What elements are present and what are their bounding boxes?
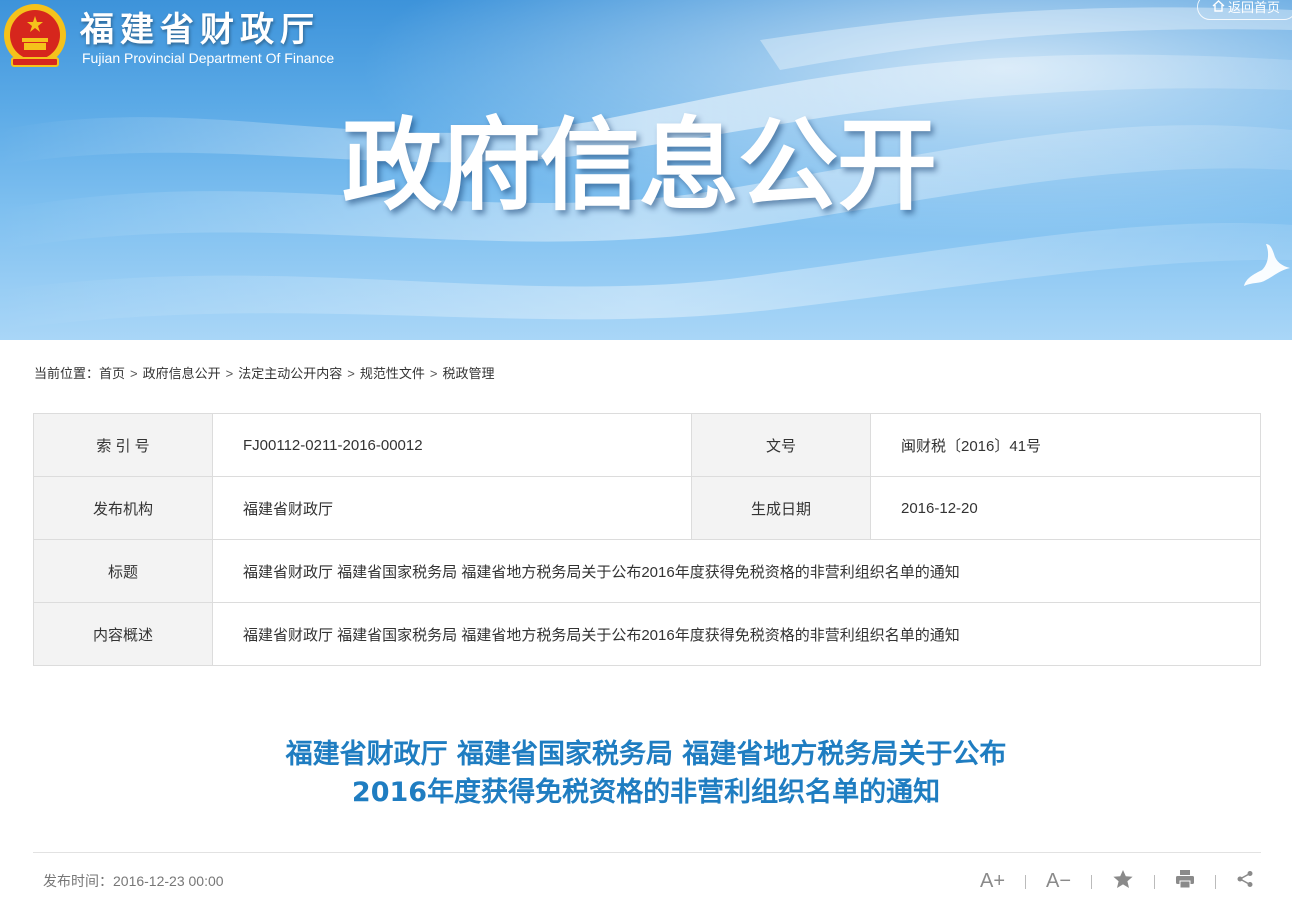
title-label: 标题 xyxy=(33,539,213,603)
summary-label: 内容概述 xyxy=(33,602,213,666)
breadcrumb-item-normative[interactable]: 规范性文件 xyxy=(360,363,425,382)
table-row: 内容概述 福建省财政厅 福建省国家税务局 福建省地方税务局关于公布2016年度获… xyxy=(33,602,1261,666)
document-info-table: 索 引 号 FJ00112-0211-2016-00012 文号 闽财税〔201… xyxy=(33,413,1261,666)
article-toolbar: A+ A− xyxy=(980,869,1254,894)
article-title: 福建省财政厅 福建省国家税务局 福建省地方税务局关于公布 2016年度获得免税资… xyxy=(0,736,1292,812)
toolbar-divider xyxy=(1025,874,1027,889)
index-value: FJ00112-0211-2016-00012 xyxy=(212,413,692,477)
font-increase-icon[interactable]: A+ xyxy=(980,870,1005,893)
table-row: 索 引 号 FJ00112-0211-2016-00012 文号 闽财税〔201… xyxy=(33,413,1261,477)
breadcrumb-item-statutory[interactable]: 法定主动公开内容 xyxy=(238,363,342,382)
breadcrumb-item-tax[interactable]: 税政管理 xyxy=(442,363,494,382)
breadcrumb: 当前位置：首页 > 政府信息公开 > 法定主动公开内容 > 规范性文件 > 税政管理 xyxy=(34,363,494,382)
breadcrumb-item-gov-info[interactable]: 政府信息公开 xyxy=(143,363,221,382)
breadcrumb-separator: > xyxy=(429,366,438,381)
back-home-button[interactable]: 返回首页 xyxy=(1197,0,1292,20)
table-row: 发布机构 福建省财政厅 生成日期 2016-12-20 xyxy=(33,476,1261,540)
home-icon xyxy=(1212,0,1225,16)
publisher-value: 福建省财政厅 xyxy=(212,476,692,540)
article-title-line1: 福建省财政厅 福建省国家税务局 福建省地方税务局关于公布 xyxy=(285,739,1007,770)
toolbar-divider xyxy=(1091,874,1093,889)
index-label: 索 引 号 xyxy=(33,413,213,477)
docno-label: 文号 xyxy=(691,413,871,477)
breadcrumb-prefix: 当前位置： xyxy=(34,366,100,381)
toolbar-divider xyxy=(1215,874,1217,889)
toolbar-divider xyxy=(1154,874,1156,889)
table-row: 标题 福建省财政厅 福建省国家税务局 福建省地方税务局关于公布2016年度获得免… xyxy=(33,539,1261,603)
breadcrumb-item-home[interactable]: 首页 xyxy=(99,363,125,382)
font-decrease-icon[interactable]: A− xyxy=(1046,870,1071,893)
site-name-cn: 福建省财政厅 xyxy=(80,10,320,50)
share-icon[interactable] xyxy=(1236,870,1254,893)
publish-time: 发布时间：2016-12-23 00:00 xyxy=(43,873,224,889)
date-label: 生成日期 xyxy=(691,476,871,540)
divider xyxy=(33,852,1261,853)
back-home-label: 返回首页 xyxy=(1228,1,1281,16)
publisher-label: 发布机构 xyxy=(33,476,213,540)
summary-value: 福建省财政厅 福建省国家税务局 福建省地方税务局关于公布2016年度获得免税资格… xyxy=(212,602,1261,666)
site-name-en: Fujian Provincial Department Of Finance xyxy=(82,50,335,66)
breadcrumb-separator: > xyxy=(347,366,355,381)
header-banner: 福建省财政厅 Fujian Provincial Department Of F… xyxy=(0,0,1292,340)
breadcrumb-separator: > xyxy=(225,366,234,381)
docno-value: 闽财税〔2016〕41号 xyxy=(870,413,1261,477)
date-value: 2016-12-20 xyxy=(870,476,1261,540)
print-icon[interactable] xyxy=(1175,869,1195,894)
star-icon[interactable] xyxy=(1112,869,1134,894)
national-emblem-icon xyxy=(4,4,66,67)
banner-title: 政府信息公开 xyxy=(342,107,937,224)
title-value: 福建省财政厅 福建省国家税务局 福建省地方税务局关于公布2016年度获得免税资格… xyxy=(212,539,1261,603)
article-title-line2: 2016年度获得免税资格的非营利组织名单的通知 xyxy=(351,777,941,808)
breadcrumb-separator: > xyxy=(130,366,138,381)
dove-icon xyxy=(1244,244,1290,286)
